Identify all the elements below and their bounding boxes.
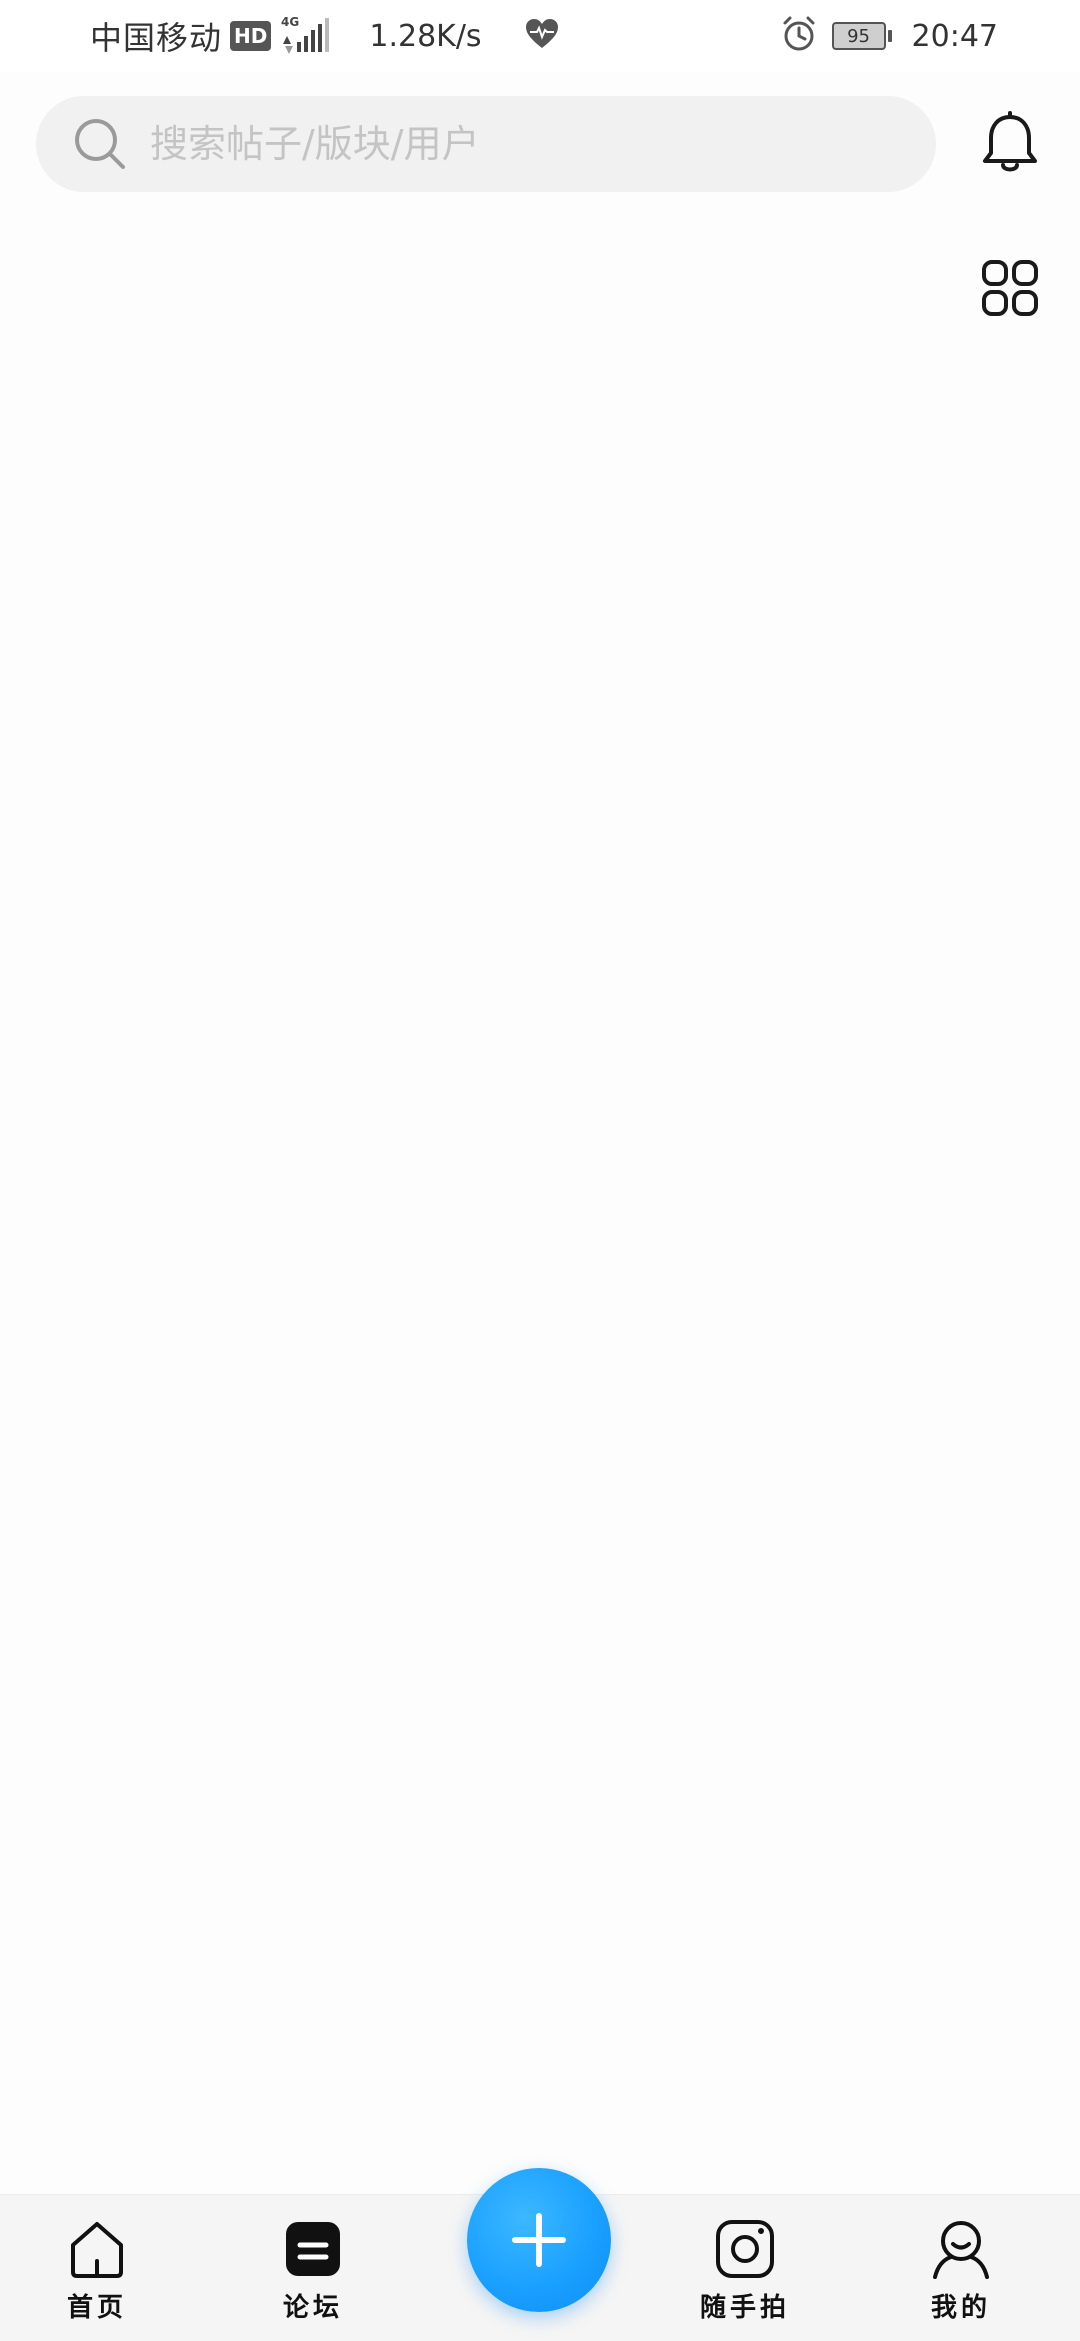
- camera-icon: [716, 2220, 774, 2278]
- battery-icon: 95: [831, 22, 892, 50]
- alarm-icon: [780, 15, 818, 57]
- network-speed: 1.28K/s: [369, 18, 482, 54]
- nav-item-forum[interactable]: 论坛: [233, 2217, 393, 2335]
- search-input[interactable]: [148, 121, 912, 167]
- create-post-button[interactable]: [467, 2168, 611, 2312]
- nav-label-forum: 论坛: [282, 2293, 343, 2323]
- heart-rate-icon: [524, 18, 560, 54]
- home-icon: [71, 2222, 123, 2278]
- nav-label-mine: 我的: [930, 2293, 991, 2323]
- nav-item-mine[interactable]: 我的: [881, 2217, 1041, 2335]
- bell-icon: [983, 111, 1037, 172]
- battery-tip: [887, 30, 892, 42]
- plus-icon: [512, 2213, 566, 2267]
- nav-label-snap: 随手拍: [699, 2293, 790, 2323]
- nav-item-home[interactable]: 首页: [17, 2217, 177, 2335]
- profile-icon: [933, 2221, 989, 2279]
- search-icon: [72, 116, 128, 172]
- carrier-name: 中国移动: [90, 19, 223, 57]
- nav-item-snap[interactable]: 随手拍: [665, 2217, 825, 2335]
- nav-label-home: 首页: [66, 2293, 127, 2323]
- forum-icon: [286, 2222, 340, 2276]
- hd-badge: HD: [230, 21, 272, 51]
- content-area: [0, 220, 1080, 2194]
- search-bar[interactable]: [36, 96, 936, 192]
- battery-level: 95: [831, 22, 886, 50]
- signal-icon: 4G: [281, 14, 337, 58]
- notifications-button[interactable]: [976, 110, 1044, 178]
- network-type: 4G: [281, 15, 299, 29]
- status-right: 95 20:47: [780, 14, 998, 58]
- status-bar: 中国移动 HD 4G 1.28K/s 95 20:47: [0, 0, 1080, 72]
- status-left: 中国移动 HD 4G 1.28K/s: [90, 14, 560, 58]
- clock: 20:47: [911, 18, 998, 54]
